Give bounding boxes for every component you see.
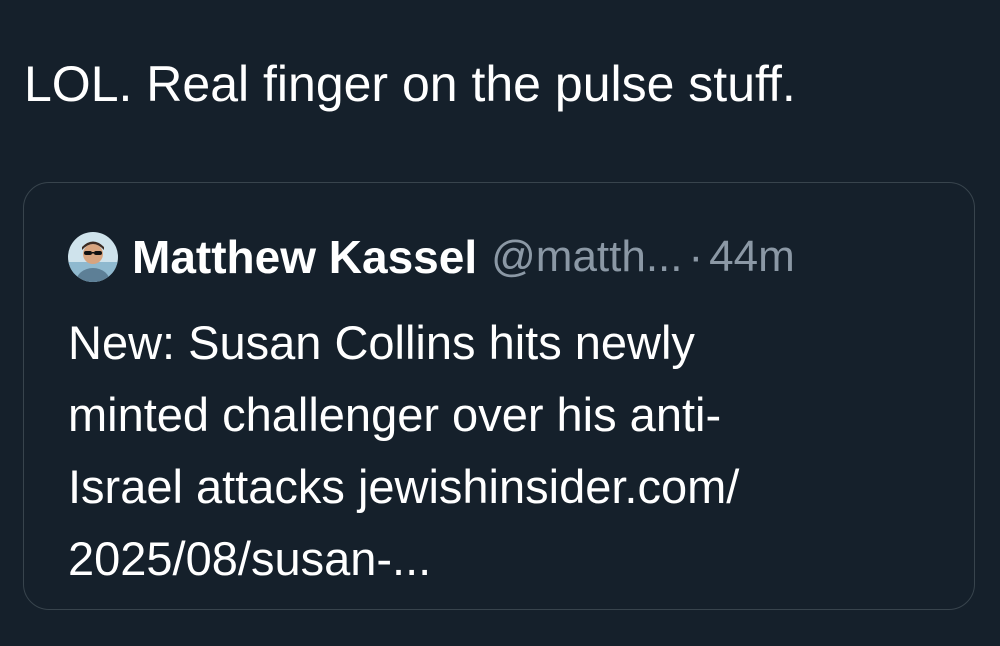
tweet-text: LOL. Real finger on the pulse stuff. — [24, 56, 796, 112]
quoted-tweet-line: 2025/08/susan-... — [68, 532, 432, 585]
quoted-tweet-header: Matthew Kassel @matth... · 44m — [68, 227, 795, 287]
profile-photo-icon — [68, 232, 118, 282]
timestamp[interactable]: 44m — [709, 232, 795, 282]
quoted-tweet-line: New: Susan Collins hits newly — [68, 316, 695, 369]
author-name[interactable]: Matthew Kassel — [132, 230, 477, 284]
separator-dot: · — [688, 232, 704, 281]
quoted-tweet-text: New: Susan Collins hits newly minted cha… — [68, 307, 948, 595]
author-handle[interactable]: @matth... — [491, 232, 682, 282]
quoted-tweet-line: Israel attacks jewishinsider.com/ — [68, 460, 740, 513]
quoted-tweet-card[interactable]: Matthew Kassel @matth... · 44m New: Susa… — [23, 182, 975, 610]
avatar[interactable] — [68, 232, 118, 282]
quoted-tweet-line: minted challenger over his anti- — [68, 388, 722, 441]
